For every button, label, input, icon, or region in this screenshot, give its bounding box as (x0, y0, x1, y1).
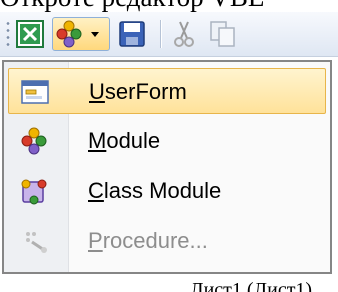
chevron-down-icon (91, 32, 99, 37)
toolbar-grip-handle[interactable] (6, 20, 10, 48)
cut-button[interactable] (168, 17, 200, 51)
copy-icon (210, 21, 235, 47)
insert-module-icon (56, 20, 99, 48)
module-icon (21, 127, 47, 155)
procedure-icon (26, 232, 47, 253)
menu-item-userform[interactable]: UserForm (8, 68, 326, 114)
project-tree-item-label: Лист1 (Лист1) (190, 279, 313, 292)
menu-item-label: Class Module (88, 178, 222, 203)
userform-icon (21, 80, 49, 104)
toolbar-separator (160, 20, 161, 48)
view-excel-button[interactable] (14, 17, 46, 51)
excel-icon (16, 20, 44, 48)
vbe-standard-toolbar (0, 12, 338, 57)
insert-module-dropdown-button[interactable] (52, 17, 110, 51)
menu-item-procedure: Procedure... (8, 218, 326, 264)
project-tree-fragment: Лист1 (Лист1) (0, 276, 338, 292)
menu-item-label: Module (88, 128, 161, 153)
class-module-icon (21, 179, 47, 205)
save-button[interactable] (116, 17, 148, 51)
copy-button[interactable] (206, 17, 240, 51)
save-icon (119, 21, 145, 47)
menu-item-label: UserForm (89, 79, 187, 104)
document-heading-fragment: Откроте редактор VBE (0, 0, 338, 12)
menu-item-module[interactable]: Module (8, 118, 326, 164)
cut-icon (174, 21, 194, 47)
menu-item-label: Procedure... (88, 228, 208, 253)
insert-dropdown-menu: UserForm Module Class Module Procedure..… (2, 60, 332, 274)
menu-item-class-module[interactable]: Class Module (8, 168, 326, 214)
